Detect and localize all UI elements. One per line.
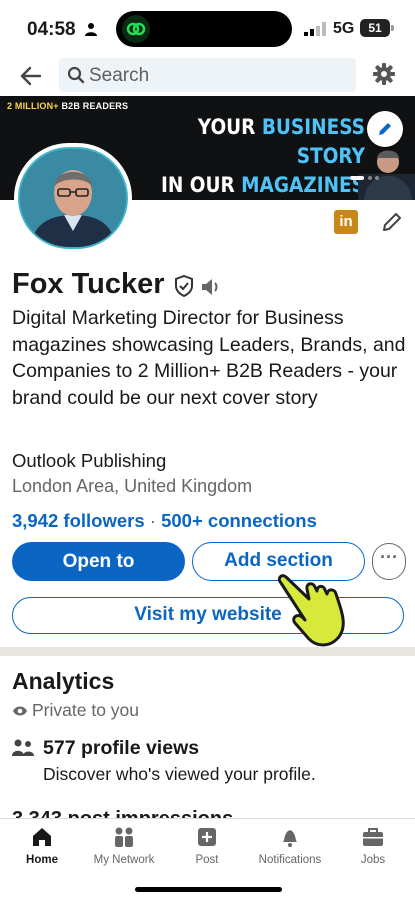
nav-notifications[interactable]: Notifications [250, 825, 330, 866]
network-type: 5G [333, 20, 355, 37]
search-icon [67, 66, 85, 84]
nav-my-network-label: My Network [93, 854, 155, 866]
eye-icon [13, 706, 27, 716]
analytics-title: Analytics [12, 668, 115, 694]
nav-post-label: Post [195, 854, 219, 866]
more-options-button[interactable]: ··· [372, 543, 406, 580]
network-icon [115, 827, 133, 847]
avatar[interactable] [14, 143, 132, 253]
briefcase-icon [363, 828, 383, 846]
people-icon [12, 739, 34, 756]
battery-tip [391, 25, 394, 31]
profile-views-subtitle: Discover who's viewed your profile. [43, 764, 316, 784]
nav-jobs[interactable]: Jobs [333, 825, 413, 866]
profile-name: Fox Tucker [12, 268, 165, 300]
profile-photo-image [20, 149, 126, 247]
pencil-icon [379, 123, 391, 135]
open-to-button[interactable]: Open to [12, 542, 185, 581]
pointer-hand-icon [277, 574, 345, 647]
nav-home[interactable]: Home [2, 825, 82, 866]
banner-tag: 2 MILLION+ B2B READERS [7, 101, 128, 111]
bell-icon [283, 830, 297, 847]
banner-line1-a: YOUR [197, 115, 262, 139]
edit-banner-button[interactable] [367, 111, 403, 147]
dynamic-island [116, 11, 292, 47]
banner-tag-highlight: 2 MILLION+ [7, 101, 59, 111]
linkedin-badge[interactable]: in [334, 210, 358, 234]
banner-line2-a: IN OUR [160, 173, 242, 197]
banner-headline: YOUR BUSINESS STORY IN OUR MAGAZINES [158, 113, 365, 200]
search-input[interactable]: Search [59, 58, 356, 92]
profile-views-title[interactable]: 577 profile views [43, 737, 199, 760]
profile-stats: 3,942 followers · 500+ connections [12, 510, 317, 532]
profile-location: London Area, United Kingdom [12, 476, 253, 496]
banner-line1-b: BUSINESS STORY [261, 115, 365, 168]
profile-headline: Digital Marketing Director for Business … [12, 307, 406, 409]
home-indicator [135, 887, 282, 892]
status-bar: 04:58 5G 51 [0, 0, 415, 56]
section-divider [0, 647, 415, 656]
analytics-privacy: Private to you [12, 700, 139, 721]
status-time: 04:58 [27, 19, 76, 40]
top-nav: Search [0, 56, 415, 96]
post-icon [198, 828, 216, 846]
banner-line2-b: MAGAZINES [241, 173, 365, 197]
banner-tag-rest: B2B READERS [58, 101, 129, 111]
back-arrow-icon[interactable] [18, 63, 44, 89]
nav-notifications-label: Notifications [258, 854, 322, 866]
nav-post[interactable]: Post [167, 825, 247, 866]
link-app-icon [122, 15, 150, 43]
carousel-dots [350, 176, 379, 180]
nav-my-network[interactable]: My Network [84, 825, 164, 866]
privacy-label: Private to you [32, 700, 139, 720]
search-placeholder: Search [89, 65, 150, 86]
stats-separator: · [144, 510, 162, 531]
verified-shield-icon[interactable] [174, 275, 194, 297]
battery-level: 51 [360, 19, 390, 37]
home-icon [33, 828, 51, 846]
person-icon [85, 23, 97, 36]
pronunciation-speaker-icon[interactable] [200, 277, 222, 297]
profile-company[interactable]: Outlook Publishing [12, 450, 166, 472]
connections-link[interactable]: 500+ connections [161, 510, 317, 531]
nav-jobs-label: Jobs [360, 854, 386, 866]
followers-link[interactable]: 3,942 followers [12, 510, 145, 531]
profile-photo [18, 147, 128, 249]
edit-profile-pencil-icon[interactable] [380, 210, 404, 234]
nav-home-label: Home [26, 854, 58, 866]
signal-icon [304, 22, 326, 36]
gear-icon[interactable] [372, 62, 396, 86]
